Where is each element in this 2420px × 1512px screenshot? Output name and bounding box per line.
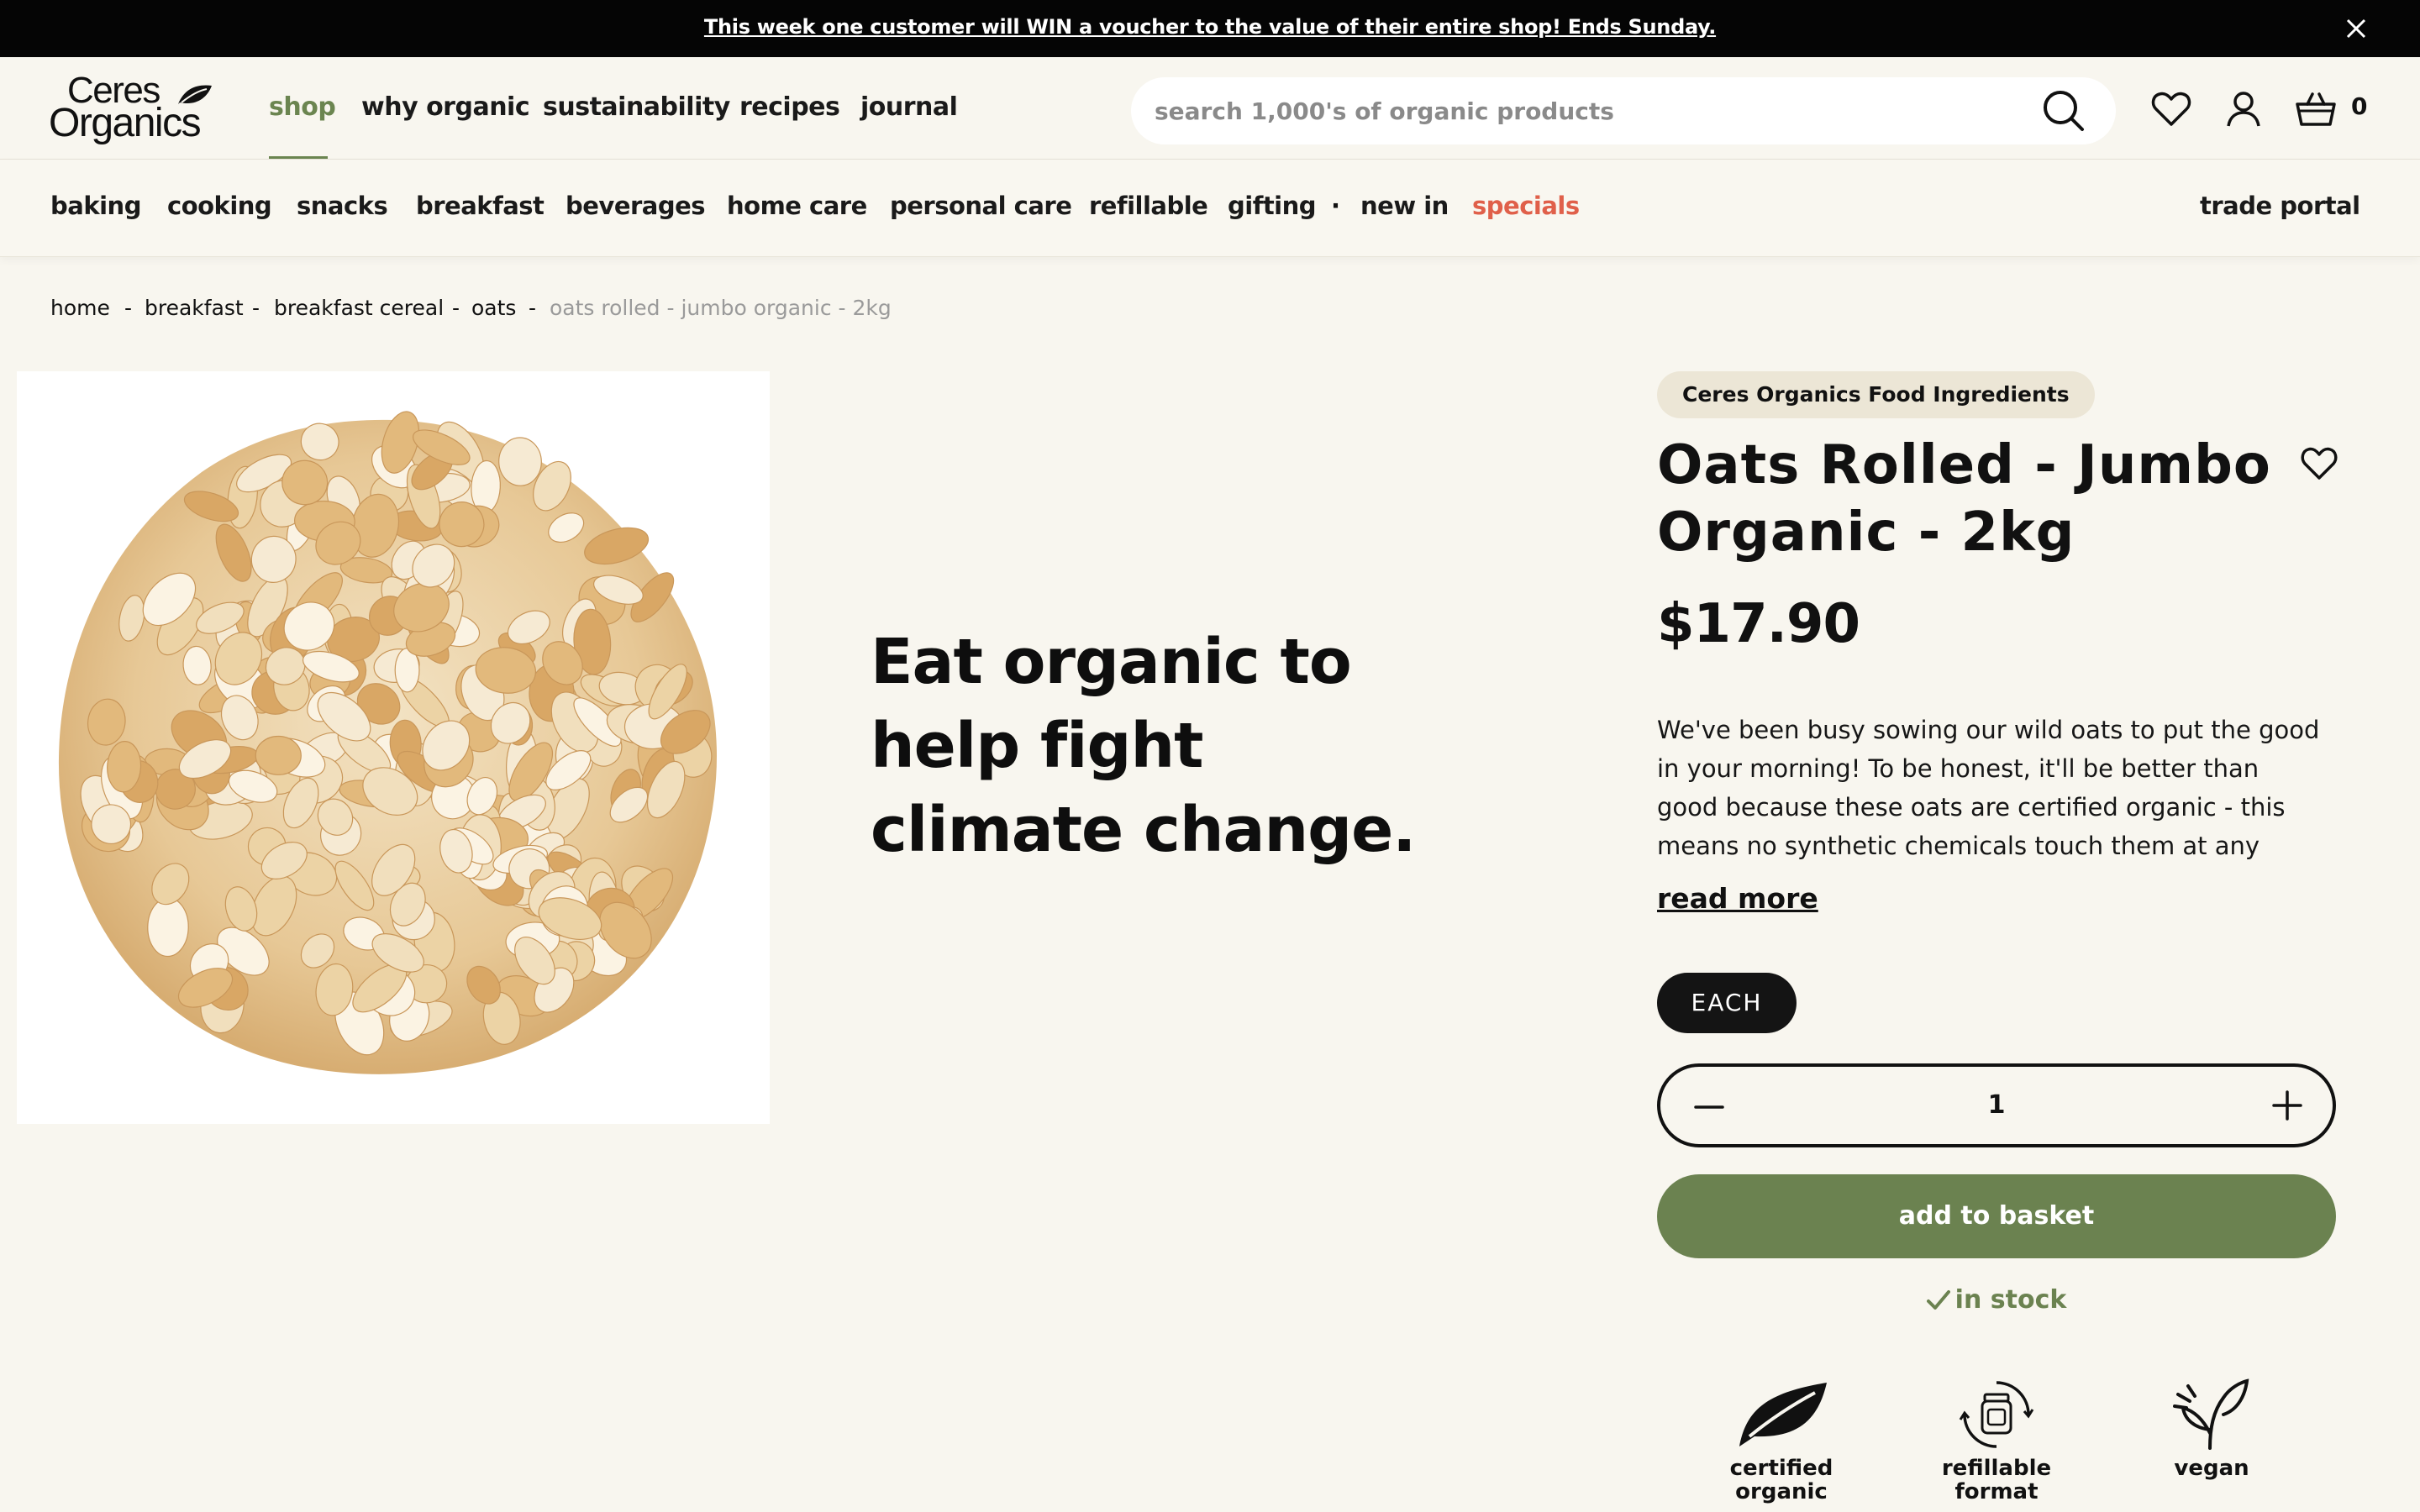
category-baking[interactable]: baking [50, 192, 141, 220]
category-snacks[interactable]: snacks [297, 192, 388, 220]
unit-option-each[interactable]: EACH [1657, 973, 1797, 1033]
refill-jar-icon [1959, 1381, 2034, 1448]
stock-status: in stock [1657, 1285, 2336, 1315]
product-title: Oats Rolled - Jumbo Organic - 2kg [1657, 434, 2271, 564]
category-personal-care[interactable]: personal care [890, 192, 1072, 220]
oat-flake [147, 897, 189, 958]
nav-shop[interactable]: shop [269, 92, 336, 122]
attribute-refillable-format: refillable format [1912, 1378, 2081, 1504]
announcement-bar: This week one customer will WIN a vouche… [0, 0, 2420, 57]
basket-icon[interactable] [2294, 87, 2338, 131]
breadcrumb-current: oats rolled - jumbo organic - 2kg [550, 296, 892, 320]
product-image[interactable] [17, 371, 770, 1124]
active-nav-indicator [269, 156, 328, 159]
nav-journal[interactable]: journal [860, 92, 958, 122]
category-cooking[interactable]: cooking [167, 192, 272, 220]
search-bar [1131, 77, 2116, 144]
nav-sustainability[interactable]: sustainability [543, 92, 730, 122]
announcement-link[interactable]: This week one customer will WIN a vouche… [0, 15, 2420, 39]
check-icon [1926, 1290, 1950, 1310]
quantity-stepper: 1 [1657, 1063, 2336, 1147]
close-icon[interactable] [2343, 15, 2370, 42]
breadcrumb-home[interactable]: home [50, 296, 110, 320]
category-specials[interactable]: specials [1472, 192, 1580, 220]
breadcrumb-separator: - [529, 296, 537, 320]
rolled-oats-image [58, 411, 718, 1074]
quantity-value[interactable]: 1 [1660, 1090, 2333, 1120]
category-bar: baking cooking snacks breakfast beverage… [0, 160, 2420, 257]
category-gifting[interactable]: gifting [1228, 192, 1317, 220]
category-refillable[interactable]: refillable [1089, 192, 1208, 220]
site-header: Ceres Organics shop why organic sustaina… [0, 57, 2420, 160]
tagline: Eat organic to help fight climate change… [871, 626, 1416, 866]
read-more-link[interactable]: read more [1657, 882, 1818, 915]
category-beverages[interactable]: beverages [566, 192, 706, 220]
cart-count: 0 [2351, 92, 2368, 120]
category-new-in[interactable]: new in [1360, 192, 1449, 220]
breadcrumb-breakfast-cereal[interactable]: breakfast cereal [274, 296, 444, 320]
stock-status-label: in stock [1954, 1285, 2067, 1315]
product-description: We've been busy sowing our wild oats to … [1657, 716, 2320, 860]
logo[interactable]: Ceres Organics [49, 72, 225, 146]
nav-recipes[interactable]: recipes [739, 92, 840, 122]
logo-line-2: Organics [49, 101, 202, 145]
heart-icon[interactable] [2149, 87, 2193, 131]
oat-flake [255, 735, 302, 775]
trade-portal-link[interactable]: trade portal [2200, 192, 2360, 220]
nav-separator: · [1331, 192, 1341, 220]
attribute-label: certified organic [1729, 1456, 1833, 1504]
brand-tag[interactable]: Ceres Organics Food Ingredients [1657, 371, 2095, 418]
product-price: $17.90 [1657, 593, 1860, 655]
leaf-icon [1739, 1383, 1827, 1446]
breadcrumb-separator: - [452, 296, 460, 320]
attribute-vegan: vegan [2128, 1378, 2296, 1480]
attribute-label: refillable format [1941, 1456, 2052, 1504]
breadcrumb-separator: - [252, 296, 260, 320]
nav-why-organic[interactable]: why organic [361, 92, 530, 122]
sprout-icon [2173, 1378, 2249, 1450]
category-breakfast[interactable]: breakfast [416, 192, 544, 220]
search-icon[interactable] [2040, 87, 2087, 134]
search-input[interactable] [1155, 92, 1995, 129]
account-icon[interactable] [2222, 87, 2265, 131]
attribute-label: vegan [2174, 1456, 2249, 1481]
attribute-certified-organic: certified organic [1697, 1378, 1865, 1504]
add-to-basket-button[interactable]: add to basket [1657, 1174, 2336, 1258]
breadcrumb-oats[interactable]: oats [471, 296, 516, 320]
breadcrumb-breakfast[interactable]: breakfast [145, 296, 244, 320]
category-home-care[interactable]: home care [727, 192, 867, 220]
plus-icon[interactable] [2272, 1090, 2302, 1121]
breadcrumb-separator: - [124, 296, 133, 320]
wishlist-heart-icon[interactable] [2299, 444, 2339, 484]
